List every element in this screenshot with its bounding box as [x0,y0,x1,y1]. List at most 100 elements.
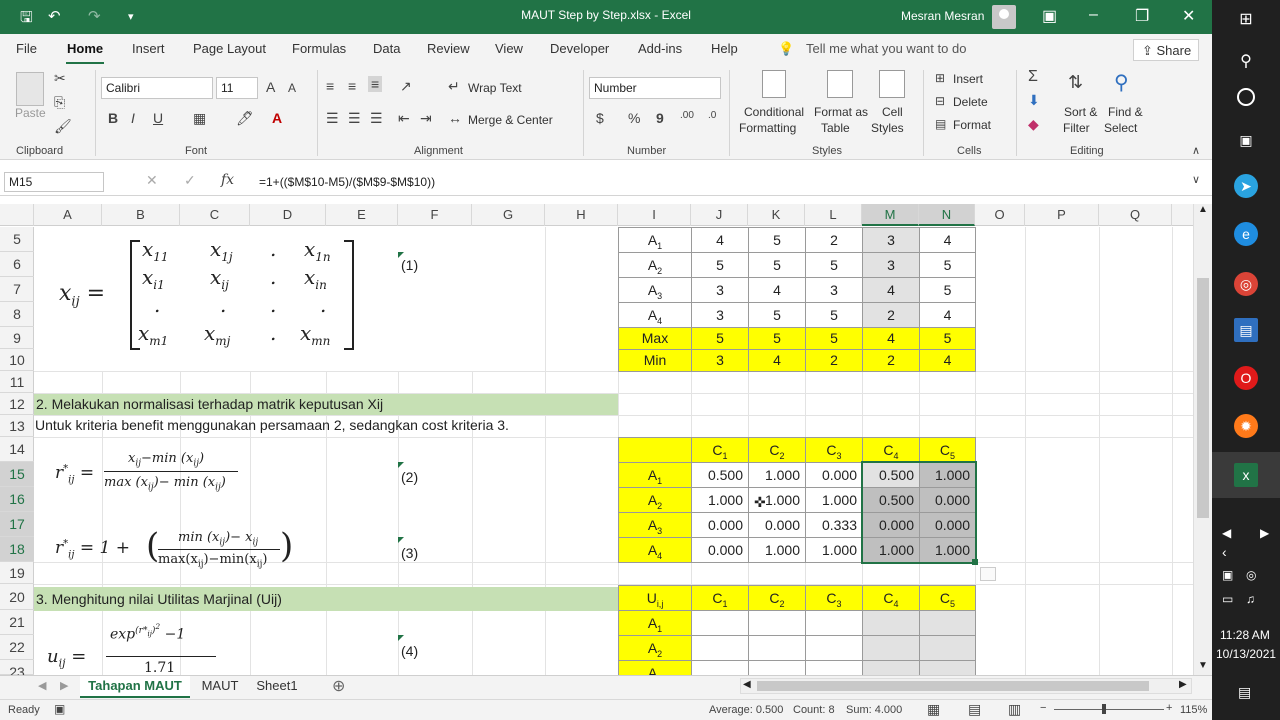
format-as-table-label-2[interactable]: Table [821,121,850,135]
vertical-scrollbar[interactable]: ▲ ▼ [1193,204,1212,675]
table-cell[interactable] [862,660,920,675]
table-cell[interactable]: 3 [691,302,749,328]
col-header-b[interactable]: B [102,204,180,226]
customize-qat-icon[interactable]: ▾ [128,10,134,23]
table-cell[interactable] [748,635,806,661]
avatar[interactable] [992,5,1016,29]
table-cell[interactable]: 5 [805,327,863,350]
table-cell[interactable]: 5 [919,327,976,350]
increase-indent-icon[interactable]: ⇥ [420,110,432,127]
table-cell[interactable]: 4 [748,277,806,303]
table-cell[interactable]: 1.000 [805,487,863,513]
table-cell[interactable]: 4 [919,227,976,253]
table-cell[interactable] [862,635,920,661]
table-cell-selected[interactable]: 0.000 [919,487,976,513]
row-header[interactable]: 14 [0,437,34,462]
tray-next-icon[interactable]: ▶ [1260,526,1269,540]
col-header-a[interactable]: A [34,204,102,226]
table-cell[interactable]: 0.000 [691,512,749,538]
excel-taskbar-item[interactable]: x [1212,452,1280,498]
row-header[interactable]: 11 [0,371,34,393]
increase-decimal-icon[interactable]: .00 [680,110,694,121]
col-header-p[interactable]: P [1025,204,1099,226]
table-cell[interactable]: 1.000 [805,537,863,563]
row-header[interactable]: 23 [0,660,34,680]
orientation-icon[interactable]: ↗ [400,78,412,95]
table-cell[interactable] [748,660,806,675]
normal-view-icon[interactable]: ▦ [927,701,940,718]
bold-icon[interactable]: B [108,110,118,126]
search-icon[interactable]: ⚲ [1234,50,1258,74]
align-bottom-icon[interactable]: ≡ [368,76,383,92]
table-cell-selected[interactable]: 0.500 [862,462,920,488]
tell-me-search[interactable]: Tell me what you want to do [806,41,966,56]
row-header[interactable]: 17 [0,512,34,537]
col-header-q[interactable]: Q [1099,204,1172,226]
clear-icon[interactable]: ◆ [1028,116,1039,133]
decrease-indent-icon[interactable]: ⇤ [398,110,410,127]
currency-icon[interactable]: $ [596,110,604,126]
tab-developer[interactable]: Developer [550,41,609,56]
add-sheet-icon[interactable]: ⊕ [332,676,345,696]
cell-styles-label-1[interactable]: Cell [882,105,903,119]
select-all-corner[interactable] [0,204,34,226]
find-select-label-1[interactable]: Find & [1108,105,1143,119]
col-header-c[interactable]: C [180,204,250,226]
undo-icon[interactable]: ↶ [48,7,61,25]
scroll-right-icon[interactable]: ▶ [1179,679,1187,690]
sort-filter-label-1[interactable]: Sort & [1064,105,1097,119]
format-as-table-label-1[interactable]: Format as [814,105,868,119]
table-cell[interactable] [691,610,749,636]
autosum-icon[interactable]: Σ [1028,68,1038,86]
cortana-icon[interactable] [1237,88,1255,106]
font-name-select[interactable]: Calibri [101,77,213,99]
table-cell[interactable]: 1.000 [691,487,749,513]
tab-insert[interactable]: Insert [132,41,165,56]
equation-1-image[interactable]: xij = x11 x1j . x1n xi1 xij . xin . . . … [34,227,474,371]
conditional-formatting-label-2[interactable]: Formatting [739,121,796,135]
table-cell[interactable]: 3 [805,277,863,303]
table-cell[interactable]: 2 [862,349,920,372]
align-left-icon[interactable]: ☰ [326,110,339,127]
hscroll-thumb[interactable] [757,681,1149,691]
tray-icon[interactable]: ▣ [1222,568,1233,582]
collapse-ribbon-icon[interactable]: ∧ [1192,144,1200,157]
table-cell[interactable]: 5 [805,302,863,328]
section-3-heading[interactable]: 3. Menghitung nilai Utilitas Marjinal (U… [34,587,618,611]
paste-icon[interactable] [16,72,44,106]
row-header[interactable]: 20 [0,584,34,610]
cancel-icon[interactable]: ✕ [146,172,158,189]
decrease-decimal-icon[interactable]: .0 [708,110,716,121]
table-cell[interactable]: 1.000 [748,462,806,488]
fill-color-icon[interactable]: 🖊 [236,110,254,127]
table-cell[interactable]: 3 [862,227,920,253]
scroll-up-icon[interactable]: ▲ [1198,204,1208,215]
font-color-icon[interactable]: A [272,110,282,126]
user-name[interactable]: Mesran Mesran [901,9,984,23]
expand-formula-icon[interactable]: ∨ [1192,173,1200,186]
table-cell[interactable] [862,610,920,636]
minimize-icon[interactable]: – [1089,6,1098,24]
borders-icon[interactable]: ▦ [193,110,206,127]
align-center-icon[interactable]: ☰ [348,110,361,127]
col-header-f[interactable]: F [398,204,472,226]
table-cell[interactable]: 4 [691,227,749,253]
table-cell[interactable]: 5 [691,327,749,350]
enter-icon[interactable]: ✓ [184,172,196,189]
row-header[interactable]: 10 [0,349,34,371]
col-header-k[interactable]: K [748,204,805,226]
fill-icon[interactable]: ⬇ [1028,92,1040,109]
sort-filter-label-2[interactable]: Filter [1063,121,1090,135]
table-cell[interactable]: 4 [919,349,976,372]
equation-2-image[interactable]: r*ij = xij−min (xij) max (xij)− min (xij… [50,449,250,497]
redo-icon[interactable]: ↷ [88,7,101,25]
conditional-formatting-label-1[interactable]: Conditional [744,105,804,119]
table-cell[interactable] [805,610,863,636]
table-cell[interactable]: 0.000 [691,537,749,563]
table-cell[interactable]: 3 [691,277,749,303]
table-cell[interactable]: 5 [748,227,806,253]
row-header[interactable]: 16 [0,487,34,512]
row-header[interactable]: 19 [0,562,34,584]
zoom-level[interactable]: 115% [1180,704,1207,716]
row-header[interactable]: 13 [0,415,34,437]
